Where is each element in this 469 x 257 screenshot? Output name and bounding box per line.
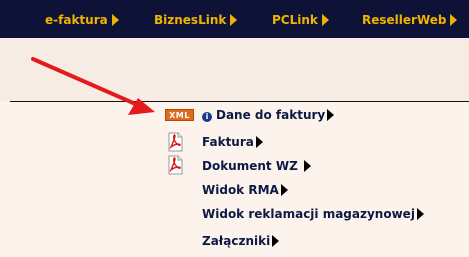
arrow-right-icon — [327, 109, 335, 121]
menu-item-widok-rma[interactable]: Widok RMA — [202, 181, 288, 199]
nav-label: e-faktura — [45, 13, 108, 27]
menu-item-faktura[interactable]: Faktura — [202, 133, 263, 151]
menu-item-zalaczniki[interactable]: Załączniki — [202, 232, 280, 250]
nav-label: BiznesLink — [154, 13, 227, 27]
menu-item-dane-do-faktury[interactable]: i Dane do faktury — [202, 106, 335, 124]
info-icon: i — [202, 112, 212, 122]
nav-e-faktura[interactable]: e-faktura — [45, 12, 119, 28]
nav-label: ResellerWeb — [362, 13, 447, 27]
xml-icon[interactable]: XML — [165, 109, 194, 121]
nav-label: PCLink — [272, 13, 318, 27]
header-band — [0, 38, 469, 102]
arrow-right-icon — [280, 184, 288, 196]
menu-item-widok-reklamacji-magazynowej[interactable]: Widok reklamacji magazynowej — [202, 205, 424, 223]
arrow-right-icon — [272, 235, 280, 247]
pdf-icon[interactable] — [165, 155, 185, 175]
menu-item-dokument-wz[interactable]: Dokument WZ — [202, 157, 311, 175]
arrow-right-icon — [450, 14, 458, 26]
top-navigation-bar: e-faktura BiznesLink PCLink ResellerWeb — [0, 0, 469, 38]
menu-item-label: Widok RMA — [202, 183, 279, 197]
menu-item-label: Dane do faktury — [216, 108, 326, 122]
arrow-right-icon — [111, 14, 119, 26]
menu-item-label: Dokument WZ — [202, 159, 298, 173]
menu-item-label: Załączniki — [202, 234, 271, 248]
menu-item-label: Faktura — [202, 135, 254, 149]
separator-line — [10, 101, 469, 102]
arrow-right-icon — [255, 136, 263, 148]
nav-bizneslink[interactable]: BiznesLink — [154, 12, 238, 28]
arrow-right-icon — [230, 14, 238, 26]
nav-resellerweb[interactable]: ResellerWeb — [362, 12, 458, 28]
menu-item-label: Widok reklamacji magazynowej — [202, 207, 415, 221]
arrow-right-icon — [321, 14, 329, 26]
arrow-right-icon — [416, 208, 424, 220]
pdf-icon[interactable] — [165, 132, 185, 152]
nav-pclink[interactable]: PCLink — [272, 12, 329, 28]
arrow-right-icon — [303, 160, 311, 172]
